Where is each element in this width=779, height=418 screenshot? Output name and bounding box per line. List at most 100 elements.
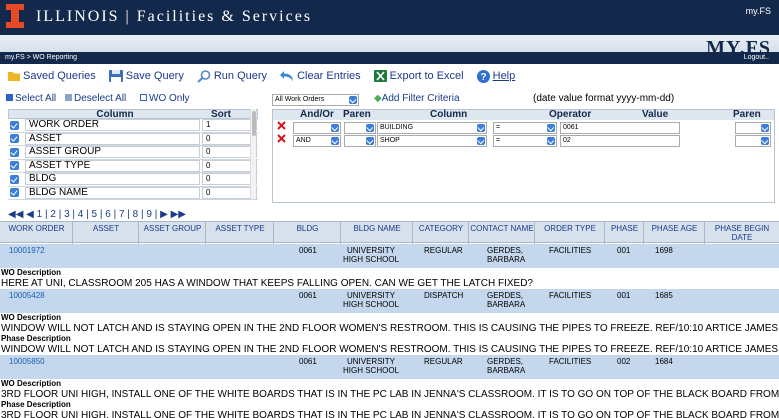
work-order-scope-value: All Work Orders	[275, 96, 325, 103]
column-checkbox[interactable]	[10, 161, 19, 171]
wo-description-label: WO Description	[1, 379, 62, 388]
add-filter-criteria-link[interactable]: ◆Add Filter Criteria	[374, 93, 460, 104]
cell-bldg-name: UNIVERSITY HIGH SCHOOL	[342, 357, 399, 375]
sort-order-input[interactable]: 0	[202, 173, 257, 186]
breadcrumb[interactable]: my.FS > WO Reporting	[5, 54, 77, 61]
column-panel-scrollbar[interactable]	[250, 109, 256, 199]
chevron-down-icon	[761, 137, 769, 145]
next-page-icon[interactable]: ▶	[160, 209, 168, 220]
sort-order-input[interactable]: 0	[202, 159, 257, 172]
table-row: 10005850 0061 UNIVERSITY HIGH SCHOOL REGULA…	[0, 355, 779, 379]
run-query-button[interactable]: Run Query	[197, 69, 268, 83]
cell-phase-age: 1698	[655, 246, 673, 255]
operator-select[interactable]: =	[493, 135, 557, 147]
column-name-field: BLDG NAME	[25, 186, 200, 199]
first-page-icon[interactable]: ◀◀	[8, 209, 23, 220]
wo-only-icon	[140, 94, 147, 101]
andor-select[interactable]: AND	[293, 135, 341, 147]
logout-link[interactable]: Logout..	[744, 54, 769, 61]
pagination: ◀◀ ◀ 1 | 2 | 3 | 4 | 5 | 6 | 7 | 8 | 9 |…	[8, 209, 186, 220]
clear-entries-label: Clear Entries	[297, 70, 361, 82]
export-excel-button[interactable]: Export to Excel	[373, 70, 464, 82]
saved-queries-label: Saved Queries	[23, 70, 96, 82]
column-divider	[412, 222, 413, 244]
cell-bldg: 0061	[299, 357, 317, 366]
sort-order-input[interactable]: 0	[202, 132, 257, 145]
chevron-down-icon	[547, 137, 555, 145]
results-column-header[interactable]: ASSET	[73, 224, 139, 233]
cell-order-type: FACILITIES	[549, 291, 592, 300]
wo-only-link[interactable]: WO Only	[140, 93, 190, 104]
column-checkbox[interactable]	[10, 188, 19, 198]
myfs-link[interactable]: my.FS	[746, 6, 771, 16]
results-column-header[interactable]: CONTACT NAME	[469, 224, 535, 233]
site-title: ILLINOIS | Facilities & Services	[36, 8, 313, 25]
operator-select[interactable]: =	[493, 122, 557, 134]
diamond-icon: ◆	[374, 93, 382, 104]
delete-filter-icon[interactable]	[277, 121, 286, 130]
export-excel-label: Export to Excel	[389, 70, 464, 82]
saved-queries-button[interactable]: Saved Queries	[8, 70, 96, 82]
results-column-header[interactable]: BLDG	[274, 224, 341, 233]
delete-filter-icon[interactable]	[277, 134, 286, 143]
sort-order-input[interactable]: 0	[202, 186, 257, 199]
filter-header: And/Or Paren Column Operator Value Paren	[273, 110, 774, 120]
open-paren-select[interactable]	[344, 135, 376, 147]
page-links[interactable]: 1 | 2 | 3 | 4 | 5 | 6 | 7 | 8 | 9 |	[37, 209, 158, 220]
results-column-header[interactable]: WORK ORDER	[0, 224, 73, 233]
column-divider	[273, 222, 274, 244]
last-page-icon[interactable]: ▶▶	[171, 209, 186, 220]
save-query-button[interactable]: Save Query	[108, 70, 184, 82]
filter-column-select-value: BUILDING	[380, 124, 414, 131]
work-order-link[interactable]: 10001972	[9, 246, 45, 255]
cell-phase-age: 1684	[655, 357, 673, 366]
cell-bldg-name: UNIVERSITY HIGH SCHOOL	[342, 246, 399, 264]
cell-category: REGULAR	[424, 246, 463, 255]
column-checkbox[interactable]	[10, 147, 19, 157]
wo-description-text: WINDOW WILL NOT LATCH AND IS STAYING OPE…	[1, 323, 779, 334]
results-column-header[interactable]: BLDG NAME	[341, 224, 413, 233]
paren-header: Paren	[343, 109, 371, 120]
help-question-icon: ?	[476, 69, 490, 83]
column-checkbox[interactable]	[10, 174, 19, 184]
prev-page-icon[interactable]: ◀	[26, 209, 34, 220]
breadcrumb-bar: my.FS > WO Reporting Logout..	[0, 52, 779, 64]
results-column-header[interactable]: PHASE BEGIN DATE	[705, 224, 779, 242]
filter-column-select[interactable]: SHOP	[377, 135, 487, 147]
phase-description-text: WINDOW WILL NOT LATCH AND IS STAYING OPE…	[1, 344, 779, 355]
svg-text:?: ?	[480, 72, 486, 83]
column-header: Column	[96, 109, 134, 120]
work-order-scope-select[interactable]: All Work Orders	[272, 94, 359, 106]
results-column-header[interactable]: PHASE	[605, 224, 644, 233]
cell-order-type: FACILITIES	[549, 246, 592, 255]
chevron-down-icon	[366, 137, 374, 145]
work-order-link[interactable]: 10005428	[9, 291, 45, 300]
select-all-link[interactable]: Select All	[6, 93, 56, 104]
date-format-note: (date value format yyyy-mm-dd)	[533, 93, 675, 104]
column-checkbox[interactable]	[10, 120, 19, 130]
results-column-header[interactable]: PHASE AGE	[644, 224, 705, 233]
results-column-header[interactable]: ASSET GROUP	[139, 224, 206, 233]
results-column-header[interactable]: ASSET TYPE	[206, 224, 274, 233]
filter-value-input[interactable]: 0061	[560, 122, 680, 134]
scrollbar-thumb[interactable]	[252, 111, 256, 136]
column-checkbox[interactable]	[10, 134, 19, 144]
results-column-header[interactable]: ORDER TYPE	[535, 224, 605, 233]
help-link[interactable]: ? Help	[476, 69, 515, 83]
close-paren-select[interactable]	[735, 122, 771, 134]
open-paren-select[interactable]	[344, 122, 376, 134]
phase-description-label: Phase Description	[1, 334, 71, 343]
results-column-header[interactable]: CATEGORY	[413, 224, 469, 233]
filter-value-input[interactable]: 02	[560, 135, 680, 147]
run-query-label: Run Query	[213, 70, 268, 82]
close-paren-select[interactable]	[735, 135, 771, 147]
work-order-link[interactable]: 10005850	[9, 357, 45, 366]
chevron-down-icon	[331, 137, 339, 145]
andor-select[interactable]	[293, 122, 341, 134]
deselect-all-link[interactable]: Deselect All	[65, 93, 126, 104]
filter-column-select[interactable]: BUILDING	[377, 122, 487, 134]
column-divider	[72, 222, 73, 244]
clear-entries-button[interactable]: Clear Entries	[280, 70, 361, 82]
sort-order-input[interactable]: 1	[202, 119, 257, 132]
sort-order-input[interactable]: 0	[202, 146, 257, 159]
